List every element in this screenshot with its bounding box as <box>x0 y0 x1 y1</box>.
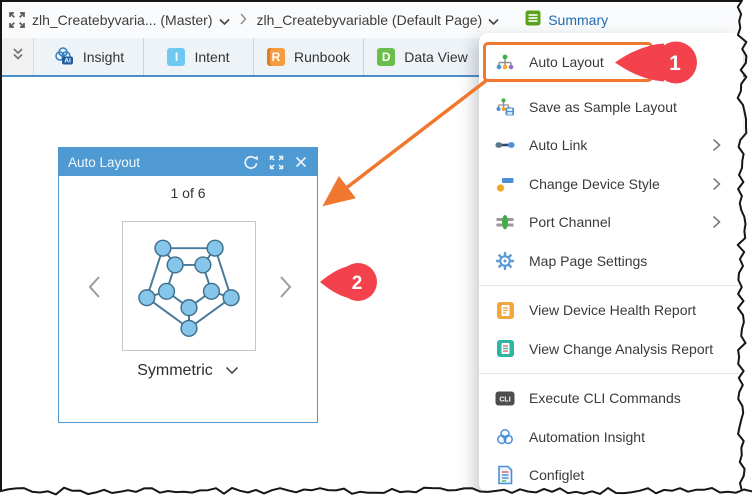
tab-label: Data View <box>404 49 468 65</box>
summary-link[interactable]: Summary <box>525 10 608 31</box>
menu-item-save-as-sample-layout[interactable]: Save as Sample Layout <box>479 88 743 127</box>
runbook-icon: R <box>267 48 285 66</box>
menu-item-execute-cli-commands[interactable]: CLI Execute CLI Commands <box>479 379 743 418</box>
submenu-arrow-icon <box>712 215 721 229</box>
summary-label: Summary <box>548 12 608 28</box>
menu-item-label: Auto Link <box>529 137 712 153</box>
breadcrumb: zlh_Createbyvaria... (Master) zlh_Create… <box>32 11 499 29</box>
tab-label: Intent <box>194 49 229 65</box>
automation-insight-icon <box>495 427 515 447</box>
change-device-style-icon <box>495 175 515 193</box>
previous-layout-chevron[interactable] <box>87 274 102 305</box>
auto-layout-panel-body: 1 of 6 <box>59 176 317 423</box>
menu-item-map-page-settings[interactable]: Map Page Settings <box>479 242 743 281</box>
menu-item-configlet[interactable]: Configlet <box>479 456 743 495</box>
auto-layout-panel-header[interactable]: Auto Layout <box>59 148 317 176</box>
breadcrumb-separator-icon <box>240 12 247 28</box>
svg-text:CLI: CLI <box>499 396 510 403</box>
tab-data-view[interactable]: D Data View <box>364 38 482 75</box>
device-health-report-icon <box>495 301 515 320</box>
layout-thumbnail[interactable] <box>122 221 256 351</box>
tab-label: Insight <box>83 49 124 65</box>
layout-style-value: Symmetric <box>137 362 213 380</box>
refresh-icon[interactable] <box>243 154 259 170</box>
menu-item-label: Auto Layout <box>529 54 727 70</box>
menu-item-port-channel[interactable]: Port Channel <box>479 203 743 242</box>
cli-icon: CLI <box>495 391 515 406</box>
menu-item-label: Execute CLI Commands <box>529 390 727 406</box>
collapse-toolbar-button[interactable] <box>2 38 34 75</box>
menu-item-label: Automation Insight <box>529 429 727 445</box>
chevron-down-icon <box>225 362 239 380</box>
layout-style-dropdown[interactable]: Symmetric <box>59 362 317 380</box>
menu-item-label: View Change Analysis Report <box>529 341 727 357</box>
panel-title: Auto Layout <box>68 155 233 170</box>
menu-item-automation-insight[interactable]: Automation Insight <box>479 418 743 457</box>
tab-intent[interactable]: I Intent <box>144 38 254 75</box>
menu-item-label: Port Channel <box>529 214 712 230</box>
auto-layout-panel: Auto Layout 1 of 6 <box>58 147 318 423</box>
menu-item-label: Configlet <box>529 467 727 483</box>
submenu-arrow-icon <box>712 138 721 152</box>
tab-runbook[interactable]: R Runbook <box>254 38 364 75</box>
tab-insight[interactable]: AI Insight <box>34 38 144 75</box>
menu-separator <box>479 373 743 374</box>
close-icon[interactable] <box>294 155 308 169</box>
auto-layout-icon <box>495 53 515 71</box>
tab-label: Runbook <box>294 49 350 65</box>
menu-item-label: Change Device Style <box>529 176 712 192</box>
chevron-down-icon[interactable] <box>219 13 230 29</box>
menu-item-view-change-analysis-report[interactable]: View Change Analysis Report <box>479 330 743 369</box>
menu-item-auto-layout[interactable]: Auto Layout <box>479 43 743 82</box>
menu-item-change-device-style[interactable]: Change Device Style <box>479 165 743 204</box>
summary-list-icon <box>525 10 541 31</box>
page-name[interactable]: zlh_Createbyvariable (Default Page) <box>257 12 483 28</box>
data-view-icon: D <box>377 48 395 66</box>
chevron-down-icon[interactable] <box>488 13 499 29</box>
intent-icon: I <box>167 48 185 66</box>
svg-text:AI: AI <box>64 58 71 65</box>
submenu-arrow-icon <box>712 177 721 191</box>
configlet-icon <box>495 465 515 485</box>
maximize-icon[interactable] <box>269 155 284 170</box>
menu-item-label: Save as Sample Layout <box>529 99 727 115</box>
menu-item-auto-link[interactable]: Auto Link <box>479 126 743 165</box>
menu-item-view-device-health-report[interactable]: View Device Health Report <box>479 291 743 330</box>
screenshot-frame: zlh_Createbyvaria... (Master) zlh_Create… <box>0 0 752 499</box>
symmetric-topology-graph <box>123 222 255 350</box>
map-page-settings-gear-icon <box>495 251 515 271</box>
fullscreen-icon[interactable] <box>2 11 32 29</box>
context-menu: Auto Layout Save as Sample Layout <box>479 33 743 493</box>
double-chevron-down-icon <box>10 46 26 67</box>
port-channel-icon <box>495 213 515 231</box>
menu-separator <box>479 285 743 286</box>
change-analysis-report-icon <box>495 339 515 358</box>
save-sample-layout-icon <box>495 97 515 116</box>
ai-insight-icon: AI <box>53 45 74 68</box>
menu-item-label: View Device Health Report <box>529 302 727 318</box>
page-indicator: 1 of 6 <box>59 185 317 201</box>
auto-link-icon <box>495 139 515 151</box>
map-name[interactable]: zlh_Createbyvaria... (Master) <box>32 12 213 28</box>
next-layout-chevron[interactable] <box>278 274 293 305</box>
menu-item-label: Map Page Settings <box>529 253 727 269</box>
